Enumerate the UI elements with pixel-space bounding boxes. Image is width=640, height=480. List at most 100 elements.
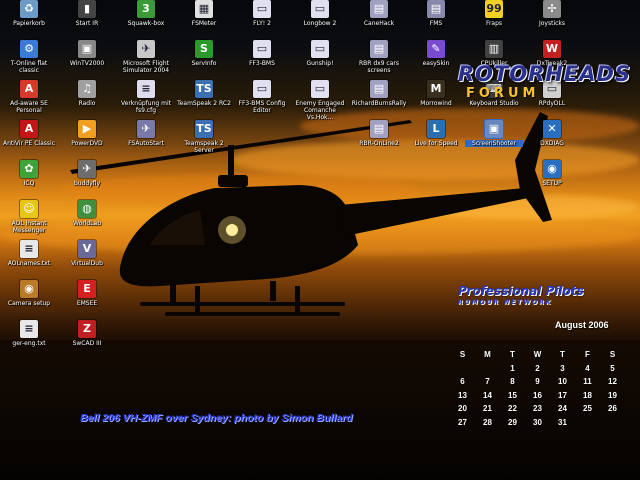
calendar-weekday: S: [609, 350, 616, 360]
desktop-icon-label: Ad-aware SE Personal: [10, 100, 48, 114]
globe-icon: ◍: [78, 200, 96, 218]
calendar-day: 10: [558, 377, 567, 387]
morrowind-icon: M: [427, 80, 445, 98]
app-window-icon: ▭: [311, 40, 329, 58]
desktop-icon-label: RBR dx9 cars screens: [358, 60, 399, 74]
app-window-icon: ▭: [253, 0, 271, 18]
desktop-icon-label: Enemy Engaged Comanche Vs.Hok...: [295, 100, 345, 121]
joystick-icon: ✢: [543, 0, 561, 18]
desktop-icon-label: T-Online flat classic: [10, 60, 48, 74]
shortcut-file-icon: ≡: [137, 80, 155, 98]
calendar-day: 1: [510, 363, 515, 373]
emsee-icon: E: [78, 280, 96, 298]
swcad-icon: Z: [78, 320, 96, 338]
desktop-icon-screenshooter[interactable]: ▣ ScreenShooter: [465, 120, 523, 172]
calendar-day: 3: [560, 363, 565, 373]
aim-icon: ☺: [20, 200, 38, 218]
dxdiag-icon: ✕: [543, 120, 561, 138]
calendar-day: [450, 362, 475, 376]
text-file-icon: ≡: [20, 240, 38, 258]
desktop-icon-label: Microsoft Flight Simulator 2004: [122, 60, 170, 74]
radio-icon: ♫: [78, 80, 96, 98]
desktop-icon-label: ger-eng.txt: [12, 340, 46, 347]
calendar-day: 2: [535, 363, 540, 373]
desktop-icon-ff3-bms-config[interactable]: ▭ FF3-BMS Config Editor: [233, 80, 291, 132]
desktop-icon-swcad[interactable]: Z SwCAD III: [58, 320, 116, 372]
desktop-icon-setup[interactable]: ◉ SETUP: [523, 160, 581, 212]
desktop-icon-label: Squawk-box: [127, 20, 165, 27]
calendar-weekday-row: SMTWTFS: [450, 348, 625, 362]
calendar-week-row: 1 2 3 4 5: [450, 362, 625, 376]
squawkbox-icon: 3: [137, 0, 155, 18]
wallpaper-caption: Bell 206 VH-ZMF over Sydney: photo by Si…: [80, 412, 353, 424]
plane-icon: ✈: [78, 160, 96, 178]
calendar-day: [575, 416, 600, 430]
calendar-weekday: S: [459, 350, 466, 360]
remote-icon: ▮: [78, 0, 96, 18]
calendar-day: 11: [583, 377, 592, 387]
rbr-icon: ▤: [370, 40, 388, 58]
virtualdub-icon: V: [78, 240, 96, 258]
fs-auto-icon: ✈: [137, 120, 155, 138]
desktop-icon-label: WorldLab: [72, 220, 102, 227]
desktop-icon-label: AOLnames.txt: [7, 260, 51, 267]
calendar-weekday: F: [585, 350, 590, 360]
calendar-weekday: T: [510, 350, 515, 360]
rotorheads-forum-logo: ROTORHEADS FORUM: [458, 62, 630, 104]
pprune-logo-subtitle: RUMOUR NETWORK: [458, 299, 553, 306]
desktop-icon-label: RichardBurnsRally: [351, 100, 407, 107]
fraps-icon: 99: [485, 0, 503, 18]
desktop-icon-ger-eng[interactable]: ≡ ger-eng.txt: [0, 320, 58, 372]
calendar-day: [600, 416, 625, 430]
desktop-icon-label: FLY! 2: [253, 20, 271, 27]
calendar-day: 21: [483, 404, 492, 414]
camera-icon: ◉: [20, 280, 38, 298]
calendar-day: 29: [508, 417, 517, 427]
app-window-icon: ▭: [311, 80, 329, 98]
desktop-icon-label: FSAutoStart: [128, 140, 164, 147]
rbr-icon: ▤: [370, 80, 388, 98]
recycle-bin-icon: ♻: [20, 0, 38, 18]
screenshot-icon: ▣: [485, 120, 503, 138]
calendar-day: 15: [508, 390, 517, 400]
powerdvd-icon: ▶: [78, 120, 96, 138]
app-window-icon: ▭: [253, 80, 271, 98]
calendar-day: 16: [533, 390, 542, 400]
pprune-logo-title: Professional Pilots: [458, 284, 584, 298]
desktop-icon-rbr-online[interactable]: ▤ RBR-OnLine2: [350, 120, 408, 172]
calendar-week-row: 6 7 8 9 10 11 12: [450, 375, 625, 389]
calendar-day: 19: [608, 390, 617, 400]
calendar-week-row: 20 21 22 23 24 25 26: [450, 402, 625, 416]
desktop-icon-enemy-engaged[interactable]: ▭ Enemy Engaged Comanche Vs.Hok...: [291, 80, 349, 132]
desktop-icon-label: Teamspeak 2 Server: [184, 140, 224, 154]
hardware-icon: ▤: [370, 0, 388, 18]
text-file-icon: ≡: [20, 320, 38, 338]
pprune-logo: Professional Pilots RUMOUR NETWORK: [458, 284, 628, 306]
desktop-icon-label: SETUP: [542, 180, 562, 187]
desktop-icon-teamspeak-server[interactable]: TS Teamspeak 2 Server: [175, 120, 233, 172]
app-window-icon: ▭: [311, 0, 329, 18]
calendar-day: 13: [458, 390, 467, 400]
desktop-icon-label: Live for Speed: [414, 140, 458, 147]
calendar-day: 27: [458, 417, 467, 427]
calendar-day: 30: [533, 417, 542, 427]
desktop-icon-label: Papierkorb: [13, 20, 45, 27]
calendar-day: 7: [485, 377, 490, 387]
desktop-icon-label: Joysticks: [538, 20, 566, 27]
calendar-week-row: 27 28 29 30 31: [450, 416, 625, 430]
desktop-icon-fsautostart[interactable]: ✈ FSAutoStart: [117, 120, 175, 172]
calendar-day: 6: [460, 377, 465, 387]
desktop-icon-label: WinTV2000: [69, 60, 105, 67]
lfs-icon: L: [427, 120, 445, 138]
desktop-icon-label: AOL Instant Messenger: [11, 220, 47, 234]
desktop-icon-label: Gunship!: [306, 60, 334, 67]
desktop-icon-livespeed[interactable]: L Live for Speed: [407, 120, 465, 172]
calendar-weekday: M: [484, 350, 491, 360]
desktop-icon-label: Morrowind: [420, 100, 452, 107]
calendar-day: 18: [583, 390, 592, 400]
desktop-icon-label: Longbow 2: [303, 20, 337, 27]
calendar-day: 31: [558, 417, 567, 427]
desktop-icon-label: FSMeter: [191, 20, 217, 27]
teamspeak-icon: TS: [195, 120, 213, 138]
easyskin-icon: ✎: [427, 40, 445, 58]
